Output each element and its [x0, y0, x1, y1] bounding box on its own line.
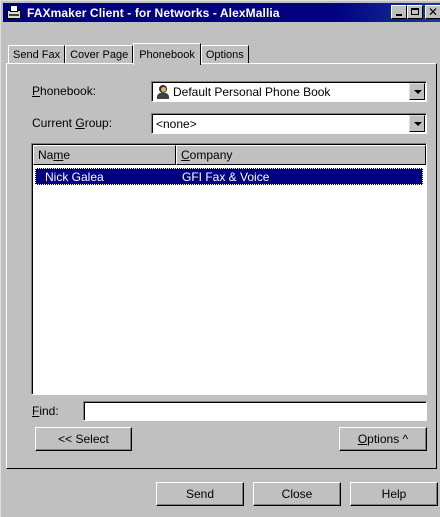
contacts-list[interactable]: Na m e Company Nick Galea GFI Fax & Voice	[31, 143, 427, 395]
column-header-name[interactable]: Na m e	[33, 145, 176, 165]
current-group-label: Current Group:	[32, 116, 113, 130]
phonebook-select[interactable]: Default Personal Phone Book	[151, 81, 427, 102]
select-button[interactable]: << Select	[35, 427, 132, 451]
current-group-value: <none>	[156, 116, 197, 131]
column-header-company[interactable]: Company	[176, 145, 426, 165]
close-window-button[interactable]: ✕	[425, 5, 440, 19]
tab-options[interactable]: Options	[200, 45, 249, 64]
contact-name: Nick Galea	[45, 169, 104, 184]
find-input[interactable]	[83, 401, 427, 421]
faxmaker-window: FAXmaker Client - for Networks - AlexMal…	[0, 0, 440, 517]
list-header: Na m e Company	[33, 145, 426, 165]
maximize-icon	[411, 8, 419, 15]
window-title: FAXmaker Client - for Networks - AlexMal…	[27, 5, 280, 20]
phonebook-dropdown-button[interactable]	[409, 83, 425, 100]
title-bar[interactable]: FAXmaker Client - for Networks - AlexMal…	[3, 3, 440, 22]
person-icon	[156, 84, 170, 99]
contact-company: GFI Fax & Voice	[182, 169, 270, 184]
minimize-icon	[396, 14, 402, 16]
close-button[interactable]: Close	[253, 482, 341, 506]
fax-machine-icon[interactable]	[6, 4, 22, 21]
minimize-button[interactable]	[391, 5, 407, 19]
tab-phonebook[interactable]: Phonebook	[133, 43, 201, 65]
help-button[interactable]: Help	[350, 482, 438, 506]
tab-strip: Send Fax Cover Page Phonebook Options	[8, 42, 249, 65]
close-icon: ✕	[428, 5, 439, 19]
chevron-down-icon	[414, 90, 422, 94]
maximize-button[interactable]	[407, 5, 423, 19]
list-item[interactable]: Nick Galea GFI Fax & Voice	[35, 168, 423, 185]
tab-send-fax[interactable]: Send Fax	[8, 45, 66, 64]
chevron-down-icon	[414, 122, 422, 126]
tab-cover-page[interactable]: Cover Page	[65, 45, 134, 64]
group-dropdown-button[interactable]	[409, 115, 425, 132]
phonebook-label: Phonebook:	[32, 84, 97, 98]
find-label: Find:	[32, 404, 59, 418]
send-button[interactable]: Send	[156, 482, 244, 506]
current-group-select[interactable]: <none>	[151, 113, 427, 134]
phonebook-value: Default Personal Phone Book	[173, 84, 331, 99]
options-button[interactable]: Options ^	[339, 427, 427, 451]
